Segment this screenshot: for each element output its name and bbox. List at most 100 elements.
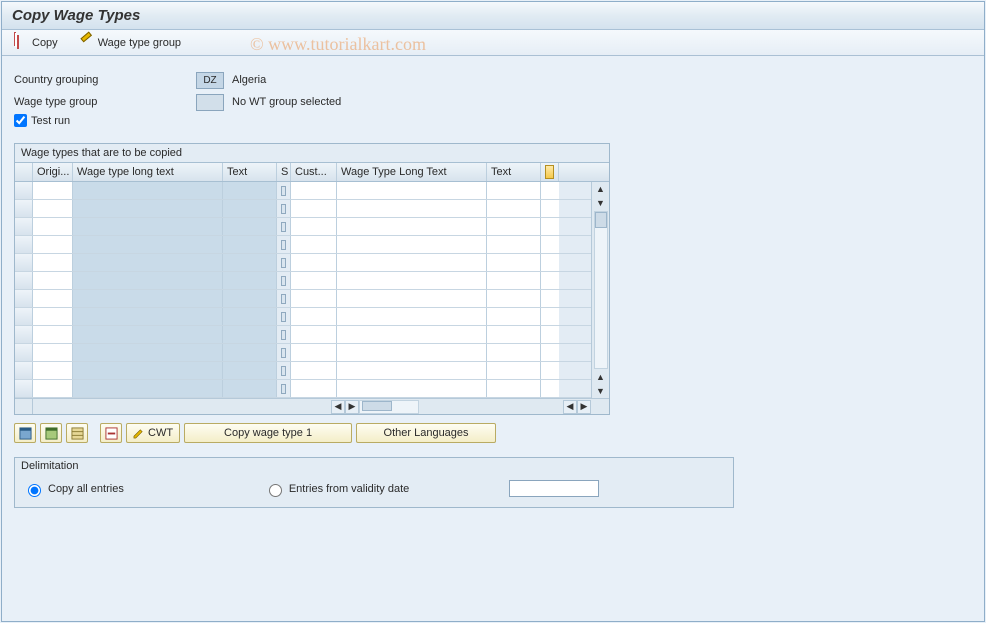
table-header-wage-type-long-text-2[interactable]: Wage Type Long Text	[337, 163, 487, 181]
cell-wage-type-long-text-2[interactable]	[337, 380, 487, 397]
validity-date-input[interactable]	[509, 480, 599, 497]
other-languages-button[interactable]: Other Languages	[356, 423, 496, 443]
row-selector[interactable]	[15, 326, 33, 343]
hscroll-left-arrow-2-icon[interactable]: ◀	[563, 400, 577, 414]
cell-s-checkbox[interactable]	[277, 308, 291, 325]
cell-origi[interactable]	[33, 236, 73, 253]
cell-wage-type-long-text-2[interactable]	[337, 362, 487, 379]
hscroll-track-1[interactable]	[359, 400, 419, 414]
cell-text2[interactable]	[487, 326, 541, 343]
copy-wage-type-1-button[interactable]: Copy wage type 1	[184, 423, 352, 443]
table-row[interactable]	[15, 362, 591, 380]
row-selector[interactable]	[15, 200, 33, 217]
cell-s-checkbox[interactable]	[277, 290, 291, 307]
cell-s-checkbox[interactable]	[277, 344, 291, 361]
cell-wage-type-long-text-2[interactable]	[337, 218, 487, 235]
cell-s-checkbox[interactable]	[277, 236, 291, 253]
table-header-origi[interactable]: Origi...	[33, 163, 73, 181]
cell-cust[interactable]	[291, 326, 337, 343]
table-row[interactable]	[15, 290, 591, 308]
cell-wage-type-long-text-2[interactable]	[337, 200, 487, 217]
table-header-selector[interactable]	[15, 163, 33, 181]
table-row[interactable]	[15, 272, 591, 290]
row-selector[interactable]	[15, 254, 33, 271]
cell-cust[interactable]	[291, 200, 337, 217]
cell-origi[interactable]	[33, 362, 73, 379]
table-detail-button[interactable]	[66, 423, 88, 443]
cell-cust[interactable]	[291, 236, 337, 253]
cell-text2[interactable]	[487, 254, 541, 271]
cell-wage-type-long-text-2[interactable]	[337, 236, 487, 253]
hscroll-right-arrow-1-icon[interactable]: ▶	[345, 400, 359, 414]
cell-cust[interactable]	[291, 362, 337, 379]
hscroll-left-arrow-icon[interactable]: ◀	[331, 400, 345, 414]
entries-from-date-option[interactable]: Entries from validity date	[264, 481, 409, 497]
scroll-up-arrow-icon[interactable]: ▲	[593, 182, 609, 196]
select-all-button[interactable]	[14, 423, 36, 443]
cell-wage-type-long-text-2[interactable]	[337, 182, 487, 199]
cell-origi[interactable]	[33, 272, 73, 289]
cell-s-checkbox[interactable]	[277, 200, 291, 217]
hscroll-right-arrow-2-icon[interactable]: ▶	[577, 400, 591, 414]
cell-cust[interactable]	[291, 272, 337, 289]
table-row[interactable]	[15, 326, 591, 344]
cell-origi[interactable]	[33, 182, 73, 199]
country-grouping-input[interactable]: DZ	[196, 72, 224, 89]
cell-wage-type-long-text-2[interactable]	[337, 308, 487, 325]
delete-row-button[interactable]	[100, 423, 122, 443]
cell-text2[interactable]	[487, 182, 541, 199]
table-header-text[interactable]: Text	[223, 163, 277, 181]
cell-wage-type-long-text-2[interactable]	[337, 344, 487, 361]
copy-all-entries-option[interactable]: Copy all entries	[23, 481, 124, 497]
cell-text2[interactable]	[487, 272, 541, 289]
cell-text2[interactable]	[487, 380, 541, 397]
cell-text2[interactable]	[487, 218, 541, 235]
row-selector[interactable]	[15, 362, 33, 379]
table-row[interactable]	[15, 308, 591, 326]
copy-button[interactable]: Copy	[10, 34, 62, 52]
table-header-cust[interactable]: Cust...	[291, 163, 337, 181]
cell-cust[interactable]	[291, 344, 337, 361]
scroll-up-step-icon[interactable]: ▲	[593, 370, 609, 384]
row-selector[interactable]	[15, 290, 33, 307]
cell-s-checkbox[interactable]	[277, 380, 291, 397]
table-row[interactable]	[15, 254, 591, 272]
cell-s-checkbox[interactable]	[277, 254, 291, 271]
row-selector[interactable]	[15, 344, 33, 361]
cell-origi[interactable]	[33, 290, 73, 307]
cell-cust[interactable]	[291, 182, 337, 199]
row-selector[interactable]	[15, 308, 33, 325]
row-selector[interactable]	[15, 236, 33, 253]
table-header-wage-type-long-text[interactable]: Wage type long text	[73, 163, 223, 181]
cell-text2[interactable]	[487, 344, 541, 361]
cell-wage-type-long-text-2[interactable]	[337, 290, 487, 307]
hscroll-thumb-1[interactable]	[362, 401, 392, 411]
entries-from-date-radio[interactable]	[269, 484, 282, 497]
table-header-s[interactable]: S	[277, 163, 291, 181]
cell-s-checkbox[interactable]	[277, 182, 291, 199]
table-row[interactable]	[15, 344, 591, 362]
cell-s-checkbox[interactable]	[277, 326, 291, 343]
cell-origi[interactable]	[33, 380, 73, 397]
cell-s-checkbox[interactable]	[277, 272, 291, 289]
test-run-checkbox[interactable]	[14, 114, 27, 127]
wage-type-group-input[interactable]	[196, 94, 224, 111]
cell-text2[interactable]	[487, 290, 541, 307]
cell-origi[interactable]	[33, 254, 73, 271]
deselect-all-button[interactable]	[40, 423, 62, 443]
row-selector[interactable]	[15, 218, 33, 235]
table-row[interactable]	[15, 218, 591, 236]
wage-type-group-button[interactable]: Wage type group	[76, 34, 185, 52]
cell-wage-type-long-text-2[interactable]	[337, 272, 487, 289]
row-selector[interactable]	[15, 182, 33, 199]
cell-origi[interactable]	[33, 344, 73, 361]
cell-origi[interactable]	[33, 200, 73, 217]
cell-text2[interactable]	[487, 236, 541, 253]
cell-text2[interactable]	[487, 200, 541, 217]
row-selector[interactable]	[15, 272, 33, 289]
cell-s-checkbox[interactable]	[277, 218, 291, 235]
cell-text2[interactable]	[487, 308, 541, 325]
table-row[interactable]	[15, 236, 591, 254]
scroll-down-arrow-icon[interactable]: ▼	[593, 384, 609, 398]
table-row[interactable]	[15, 380, 591, 398]
